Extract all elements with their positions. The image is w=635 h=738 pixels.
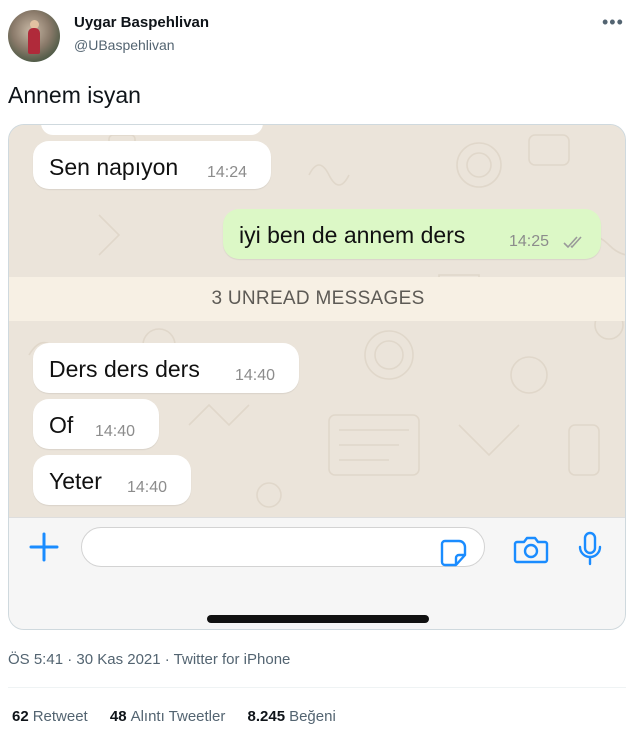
message-time: 14:24 bbox=[207, 164, 248, 181]
message-text: Ders ders ders bbox=[49, 356, 200, 382]
message-input[interactable] bbox=[81, 527, 485, 567]
stat-number: 8.245 bbox=[247, 708, 286, 725]
divider bbox=[8, 687, 626, 688]
compose-bar bbox=[9, 517, 625, 629]
retweet-count[interactable]: 62 Retweet bbox=[12, 708, 88, 725]
stat-number: 48 bbox=[109, 708, 127, 725]
message-time: 14:40 bbox=[95, 423, 136, 440]
message-time: 14:25 bbox=[509, 233, 550, 250]
stat-label: Alıntı Tweetler bbox=[130, 708, 226, 725]
stat-label: Retweet bbox=[32, 708, 88, 725]
chat-background: Sen napıyon 14:24 iyi ben de annem ders … bbox=[9, 125, 625, 517]
message-text: Sen napıyon bbox=[49, 154, 179, 180]
like-count[interactable]: 8.245 Beğeni bbox=[248, 708, 336, 725]
sticker-icon[interactable] bbox=[439, 538, 469, 568]
author-handle[interactable]: @UBaspehlivan bbox=[74, 37, 175, 53]
camera-icon[interactable] bbox=[513, 534, 549, 564]
avatar[interactable] bbox=[8, 10, 60, 62]
home-indicator bbox=[207, 615, 429, 623]
tweet-stats: 62 Retweet 48 Alıntı Tweetler 8.245 Beğeni bbox=[12, 708, 354, 725]
message-text: Yeter bbox=[49, 468, 102, 494]
message-bubble-incoming[interactable]: Of 14:40 bbox=[33, 399, 159, 449]
quote-count[interactable]: 48 Alıntı Tweetler bbox=[110, 708, 225, 725]
message-bubble-outgoing[interactable]: iyi ben de annem ders 14:25 bbox=[223, 209, 601, 259]
read-ticks-icon bbox=[563, 236, 582, 249]
message-bubble-incoming[interactable]: Yeter 14:40 bbox=[33, 455, 191, 505]
message-text: iyi ben de annem ders bbox=[239, 222, 466, 248]
partial-message-bubble bbox=[41, 125, 263, 135]
stat-label: Beğeni bbox=[289, 708, 336, 725]
tweet-text: Annem isyan bbox=[8, 82, 141, 108]
message-bubble-incoming[interactable]: Ders ders ders 14:40 bbox=[33, 343, 299, 393]
more-options-icon[interactable]: ••• bbox=[602, 12, 624, 33]
message-text: Of bbox=[49, 412, 74, 438]
microphone-icon[interactable] bbox=[577, 531, 603, 567]
plus-icon[interactable] bbox=[29, 532, 59, 562]
avatar-figure bbox=[28, 28, 40, 54]
stat-number: 62 bbox=[12, 708, 29, 725]
message-time: 14:40 bbox=[235, 367, 276, 384]
author-name[interactable]: Uygar Baspehlivan bbox=[74, 14, 209, 31]
tweet-media[interactable]: Sen napıyon 14:24 iyi ben de annem ders … bbox=[8, 124, 626, 630]
message-bubble-incoming[interactable]: Sen napıyon 14:24 bbox=[33, 141, 271, 189]
unread-messages-banner: 3 UNREAD MESSAGES bbox=[9, 277, 625, 321]
message-time: 14:40 bbox=[127, 479, 168, 496]
tweet-timestamp[interactable]: ÖS 5:41 · 30 Kas 2021 · Twitter for iPho… bbox=[8, 651, 290, 668]
